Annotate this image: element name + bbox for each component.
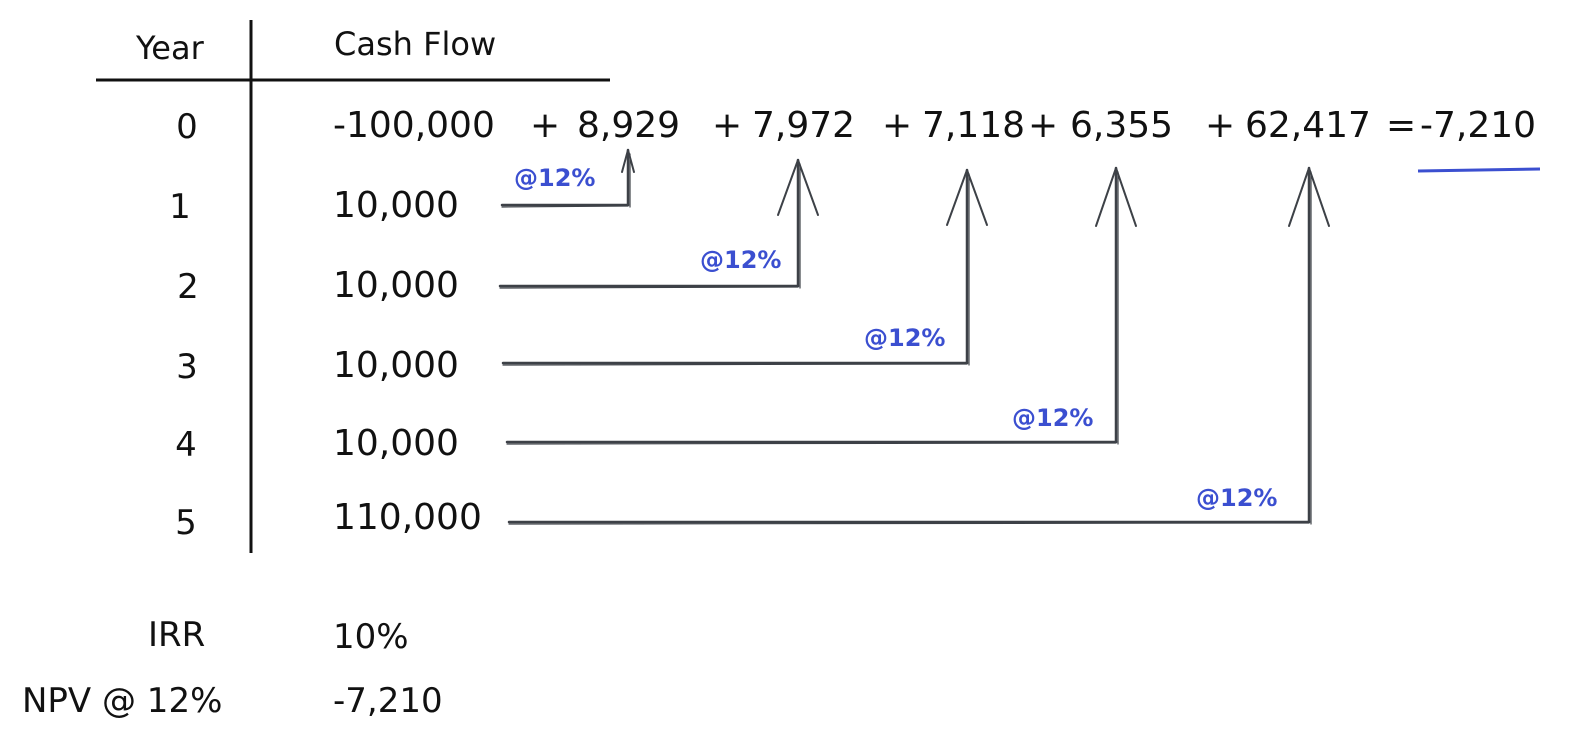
plus-sign: + <box>712 105 743 146</box>
pv-term-3: 7,118 <box>922 105 1026 146</box>
pv-term-2: 7,972 <box>752 105 856 146</box>
header-year: Year <box>136 29 204 67</box>
pv-term-4: 6,355 <box>1070 105 1174 146</box>
cash-flow-5: 110,000 <box>333 497 482 538</box>
irr-label: IRR <box>148 615 206 655</box>
year-3: 3 <box>176 347 198 387</box>
year-5: 5 <box>175 503 197 543</box>
plus-sign: + <box>1205 105 1236 146</box>
cash-flow-4: 10,000 <box>333 423 459 464</box>
discount-label-2: @12% <box>700 246 782 274</box>
pv-term-1: 8,929 <box>577 105 681 146</box>
equation-result: -7,210 <box>1420 105 1537 146</box>
irr-value: 10% <box>333 617 409 657</box>
discount-label-4: @12% <box>1012 404 1094 432</box>
year-0: 0 <box>176 107 198 147</box>
cash-flow-0: -100,000 <box>333 105 495 146</box>
plus-sign: + <box>530 105 561 146</box>
plus-sign: + <box>1028 105 1059 146</box>
discount-label-5: @12% <box>1196 484 1278 512</box>
discount-arrow-4 <box>505 166 1137 445</box>
npv-label: NPV @ 12% <box>22 681 223 721</box>
header-cash-flow: Cash Flow <box>334 25 497 63</box>
year-4: 4 <box>175 425 197 465</box>
equals-sign: = <box>1386 105 1417 146</box>
pv-term-5: 62,417 <box>1245 105 1371 146</box>
discount-label-1: @12% <box>514 164 596 192</box>
cash-flow-3: 10,000 <box>333 345 459 386</box>
plus-sign: + <box>882 105 913 146</box>
year-2: 2 <box>177 267 199 307</box>
discount-label-3: @12% <box>864 324 946 352</box>
year-1: 1 <box>169 187 191 227</box>
cash-flow-1: 10,000 <box>333 185 459 226</box>
npv-value: -7,210 <box>333 681 443 721</box>
result-underline <box>1417 167 1541 173</box>
cash-flow-2: 10,000 <box>333 265 459 306</box>
